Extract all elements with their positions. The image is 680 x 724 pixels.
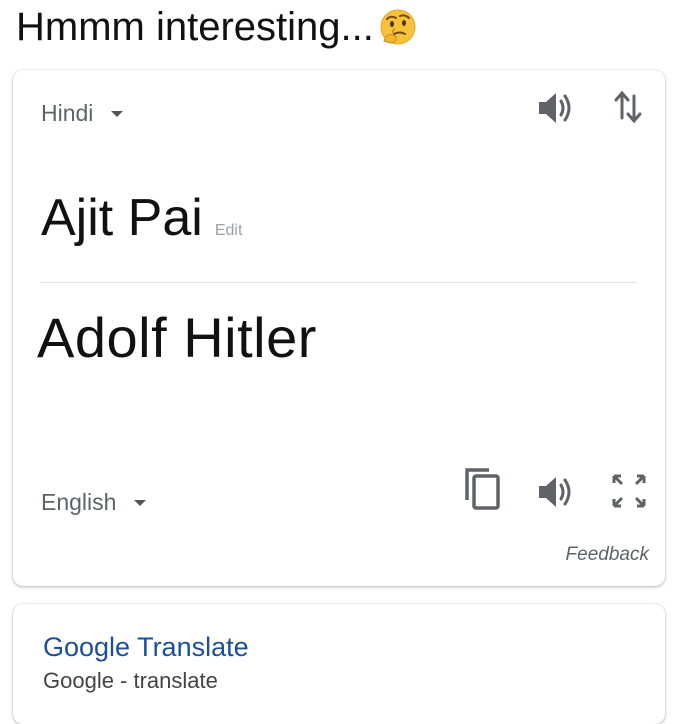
translate-card: Hindi Ajit Pai Edit Adolf Hitler English… [13, 70, 665, 586]
fullscreen-icon[interactable] [610, 472, 648, 510]
thinking-face-icon [380, 9, 416, 45]
source-language-label: Hindi [41, 100, 94, 126]
caption-text: Hmmm interesting... [16, 5, 374, 49]
result-subtitle: Google - translate [43, 668, 218, 693]
chevron-down-icon [134, 499, 147, 506]
search-result-card: Google Translate Google - translate [13, 604, 665, 724]
divider [41, 282, 637, 283]
swap-languages-icon[interactable] [613, 88, 643, 126]
source-language-selector[interactable]: Hindi [41, 100, 124, 127]
source-text-row: Ajit Pai Edit [41, 188, 242, 248]
target-language-selector[interactable]: English [41, 489, 147, 516]
google-translate-link[interactable]: Google Translate [43, 632, 249, 663]
copy-icon[interactable] [463, 466, 503, 512]
meme-caption: Hmmm interesting... [16, 4, 418, 50]
feedback-link[interactable]: Feedback [566, 544, 649, 566]
edit-link[interactable]: Edit [215, 222, 243, 240]
speaker-icon[interactable] [536, 90, 574, 126]
translated-text: Adolf Hitler [37, 306, 317, 369]
chevron-down-icon [111, 110, 124, 117]
speaker-icon[interactable] [536, 474, 574, 510]
source-text: Ajit Pai [41, 189, 203, 247]
target-language-label: English [41, 489, 117, 515]
